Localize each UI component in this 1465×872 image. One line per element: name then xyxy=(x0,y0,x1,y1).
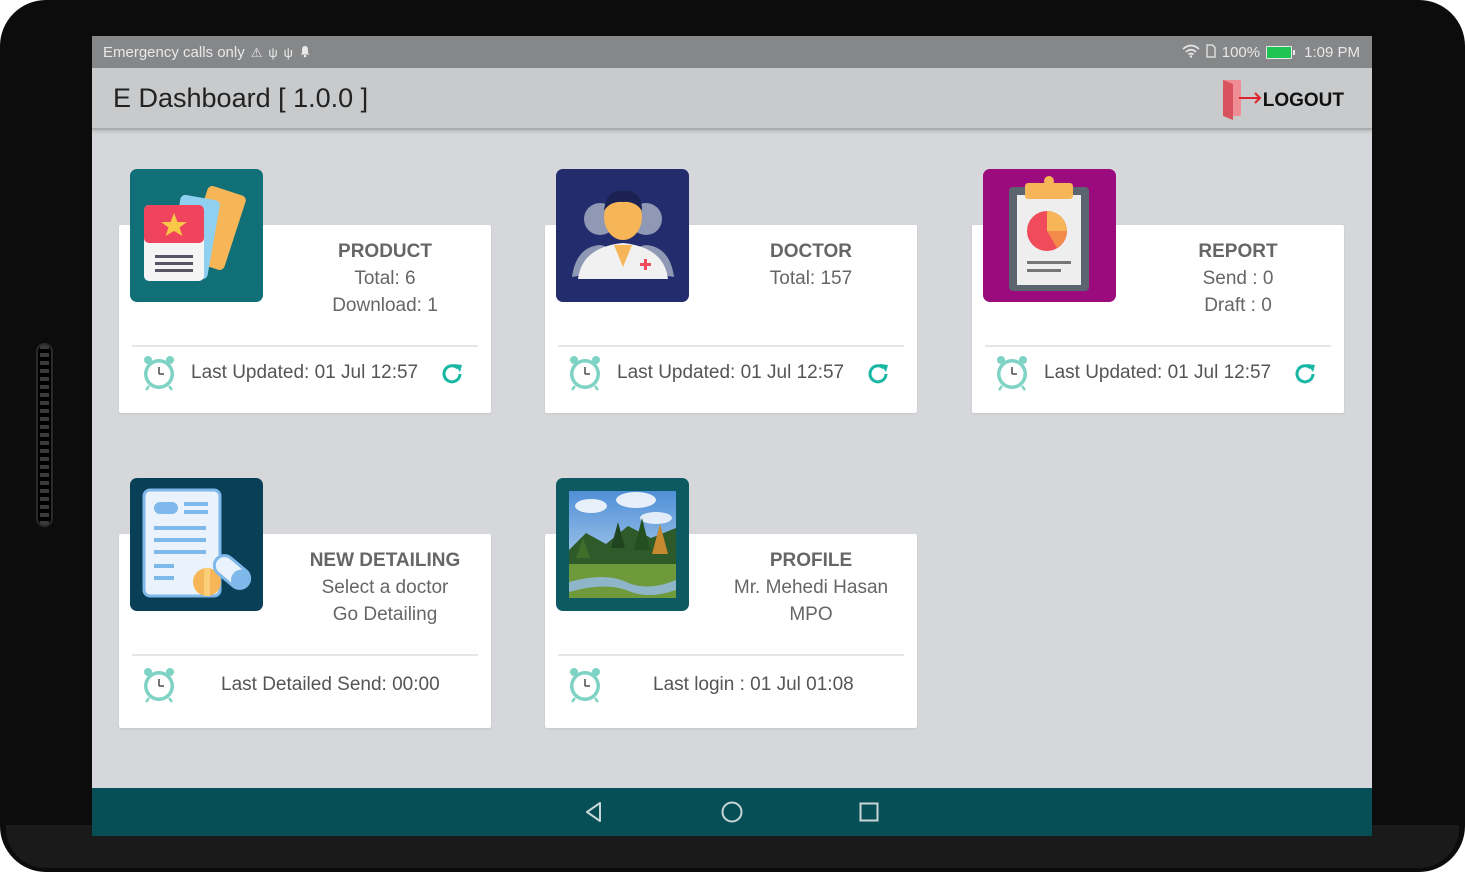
battery-percent: 100% xyxy=(1221,44,1261,61)
card-divider xyxy=(558,345,904,347)
doctor-icon xyxy=(572,190,674,279)
product-total: Total: 6 xyxy=(354,268,416,289)
usb-icon: ψ xyxy=(283,45,293,60)
exit-door-icon xyxy=(1221,76,1265,125)
alarm-clock-icon xyxy=(570,668,600,703)
detailing-last-send: Last Detailed Send: 00:00 xyxy=(221,674,440,695)
sim-icon xyxy=(1206,44,1216,61)
report-tile[interactable] xyxy=(983,169,1116,302)
warning-icon: ⚠ xyxy=(250,45,263,60)
system-nav-bar xyxy=(92,788,1372,836)
logout-label: LOGOUT xyxy=(1262,89,1344,111)
report-draft: Draft : 0 xyxy=(1204,295,1272,316)
profile-name: Mr. Mehedi Hasan xyxy=(733,577,889,598)
report-last-updated: Last Updated: 01 Jul 12:57 xyxy=(1044,362,1272,383)
doctor-refresh-icon[interactable] xyxy=(865,361,891,387)
product-tile[interactable] xyxy=(130,169,263,302)
wifi-icon xyxy=(1182,44,1200,61)
product-title: PRODUCT xyxy=(338,241,432,262)
product-info: PRODUCT Total: 6 Download: 1 xyxy=(292,238,478,319)
profile-title: PROFILE xyxy=(769,550,853,571)
report-clipboard-icon xyxy=(1009,176,1089,291)
landscape-photo-icon xyxy=(569,491,676,598)
profile-last-login: Last login : 01 Jul 01:08 xyxy=(653,674,854,695)
screen: Emergency calls only ⚠ ψ ψ 100% 1:09 PM … xyxy=(92,36,1372,836)
product-cards-icon xyxy=(144,186,246,281)
doctor-title: DOCTOR xyxy=(770,241,852,262)
battery-charging-icon xyxy=(1266,46,1296,59)
back-icon[interactable] xyxy=(582,800,606,824)
alarm-clock-icon xyxy=(144,356,174,391)
alarm-clock-icon xyxy=(144,668,174,703)
product-download: Download: 1 xyxy=(332,295,438,316)
card-divider xyxy=(558,654,904,656)
prescription-pills-icon xyxy=(142,488,252,598)
home-icon[interactable] xyxy=(720,800,744,824)
speaker-grille xyxy=(36,343,53,527)
report-title: REPORT xyxy=(1198,241,1278,262)
doctor-info: DOCTOR Total: 157 xyxy=(718,238,904,292)
doctor-tile[interactable] xyxy=(556,169,689,302)
carrier-text: Emergency calls only xyxy=(103,44,245,61)
card-divider xyxy=(132,345,478,347)
dashboard-grid: PRODUCT Total: 6 Download: 1 Last Update… xyxy=(92,130,1372,788)
product-refresh-icon[interactable] xyxy=(439,361,465,387)
card-divider xyxy=(132,654,478,656)
doctor-last-updated: Last Updated: 01 Jul 12:57 xyxy=(617,362,845,383)
profile-role: MPO xyxy=(789,604,833,625)
recents-icon[interactable] xyxy=(857,800,881,824)
logout-button[interactable]: LOGOUT xyxy=(1221,76,1344,125)
detailing-line2: Go Detailing xyxy=(332,604,438,625)
app-bar: E Dashboard [ 1.0.0 ] LOGOUT xyxy=(92,68,1372,130)
profile-info: PROFILE Mr. Mehedi Hasan MPO xyxy=(718,547,904,628)
detailing-title: NEW DETAILING xyxy=(309,550,461,571)
alarm-clock-icon xyxy=(570,356,600,391)
usb-icon: ψ xyxy=(268,45,278,60)
app-title: E Dashboard [ 1.0.0 ] xyxy=(113,83,369,113)
alarm-clock-icon xyxy=(997,356,1027,391)
status-bar: Emergency calls only ⚠ ψ ψ 100% 1:09 PM xyxy=(92,36,1372,68)
report-refresh-icon[interactable] xyxy=(1292,361,1318,387)
clock-time: 1:09 PM xyxy=(1304,44,1360,61)
doctor-total: Total: 157 xyxy=(769,268,853,289)
detailing-info: NEW DETAILING Select a doctor Go Detaili… xyxy=(292,547,478,628)
detailing-line1: Select a doctor xyxy=(321,577,449,598)
new-detailing-tile[interactable] xyxy=(130,478,263,611)
product-last-updated: Last Updated: 01 Jul 12:57 xyxy=(191,362,419,383)
report-info: REPORT Send : 0 Draft : 0 xyxy=(1145,238,1331,319)
report-send: Send : 0 xyxy=(1202,268,1274,289)
card-divider xyxy=(985,345,1331,347)
notification-icon xyxy=(299,45,311,61)
profile-tile[interactable] xyxy=(556,478,689,611)
